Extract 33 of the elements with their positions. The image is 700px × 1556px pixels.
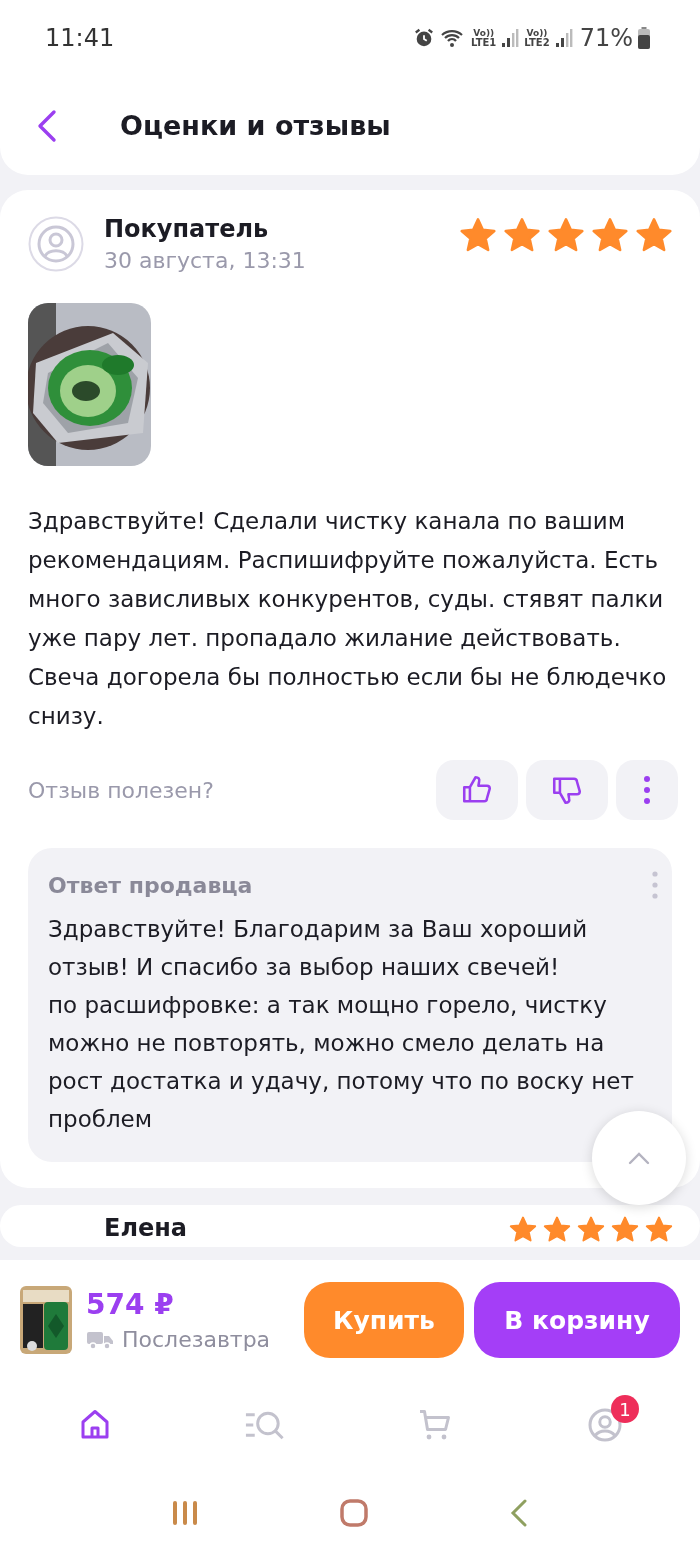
review-text: Здравствуйте! Сделали чистку канала по вашим рекомендациям. Распишифруйте пожалуйста. Есть много зависливых конкурентов, суды. стявят палки уже пару лет. пропадало жилание действовать. Свеча догорела бы полностью если бы не блюдечко снизу. — [28, 507, 668, 731]
truck-icon — [86, 1329, 114, 1350]
add-to-cart-button[interactable]: В корзину — [474, 1282, 680, 1358]
battery-icon — [638, 27, 650, 49]
chevron-up-icon — [627, 1151, 651, 1165]
network-label: LTE2 — [524, 37, 550, 48]
alarm-icon — [413, 27, 435, 49]
back-icon[interactable] — [36, 108, 58, 143]
battery-percent: 71% — [579, 24, 633, 52]
more-icon — [643, 775, 651, 805]
page-title: Оценки и отзывы — [120, 110, 391, 141]
volte-label: Vo)) — [526, 28, 548, 38]
delivery-text: Послезавтра — [122, 1327, 271, 1352]
helpful-label: Отзыв полезен? — [28, 777, 215, 803]
reply-text: Здравствуйте! Благодарим за Ваш хороший отзыв! И спасибо за выбор наших свечей! по расшифровке: а так мощно горело, чистку можно не повторять, можно смело делать на рост достатка и удачу, потому что по воску нет проблем — [48, 915, 635, 1134]
home-button-icon[interactable] — [339, 1498, 369, 1528]
author-name: Елена — [104, 1213, 189, 1243]
signal-icon — [554, 28, 573, 48]
signal-icon — [501, 28, 520, 48]
more-button[interactable] — [616, 760, 678, 820]
reply-title: Ответ продавца — [48, 872, 253, 898]
notification-badge: 1 — [611, 1395, 639, 1423]
buy-button[interactable]: Купить — [304, 1282, 464, 1358]
author-name: Покупатель — [104, 214, 270, 244]
review-date: 30 августа, 13:31 — [104, 248, 307, 273]
profile-icon[interactable] — [587, 1407, 623, 1443]
price: 574 ₽ — [86, 1288, 175, 1321]
volte-label: Vo)) — [473, 28, 495, 38]
avatar-icon — [28, 216, 84, 272]
dislike-button[interactable] — [526, 760, 608, 820]
like-button[interactable] — [436, 760, 518, 820]
network-label: LTE1 — [471, 37, 497, 48]
status-time: 11:41 — [45, 24, 115, 52]
